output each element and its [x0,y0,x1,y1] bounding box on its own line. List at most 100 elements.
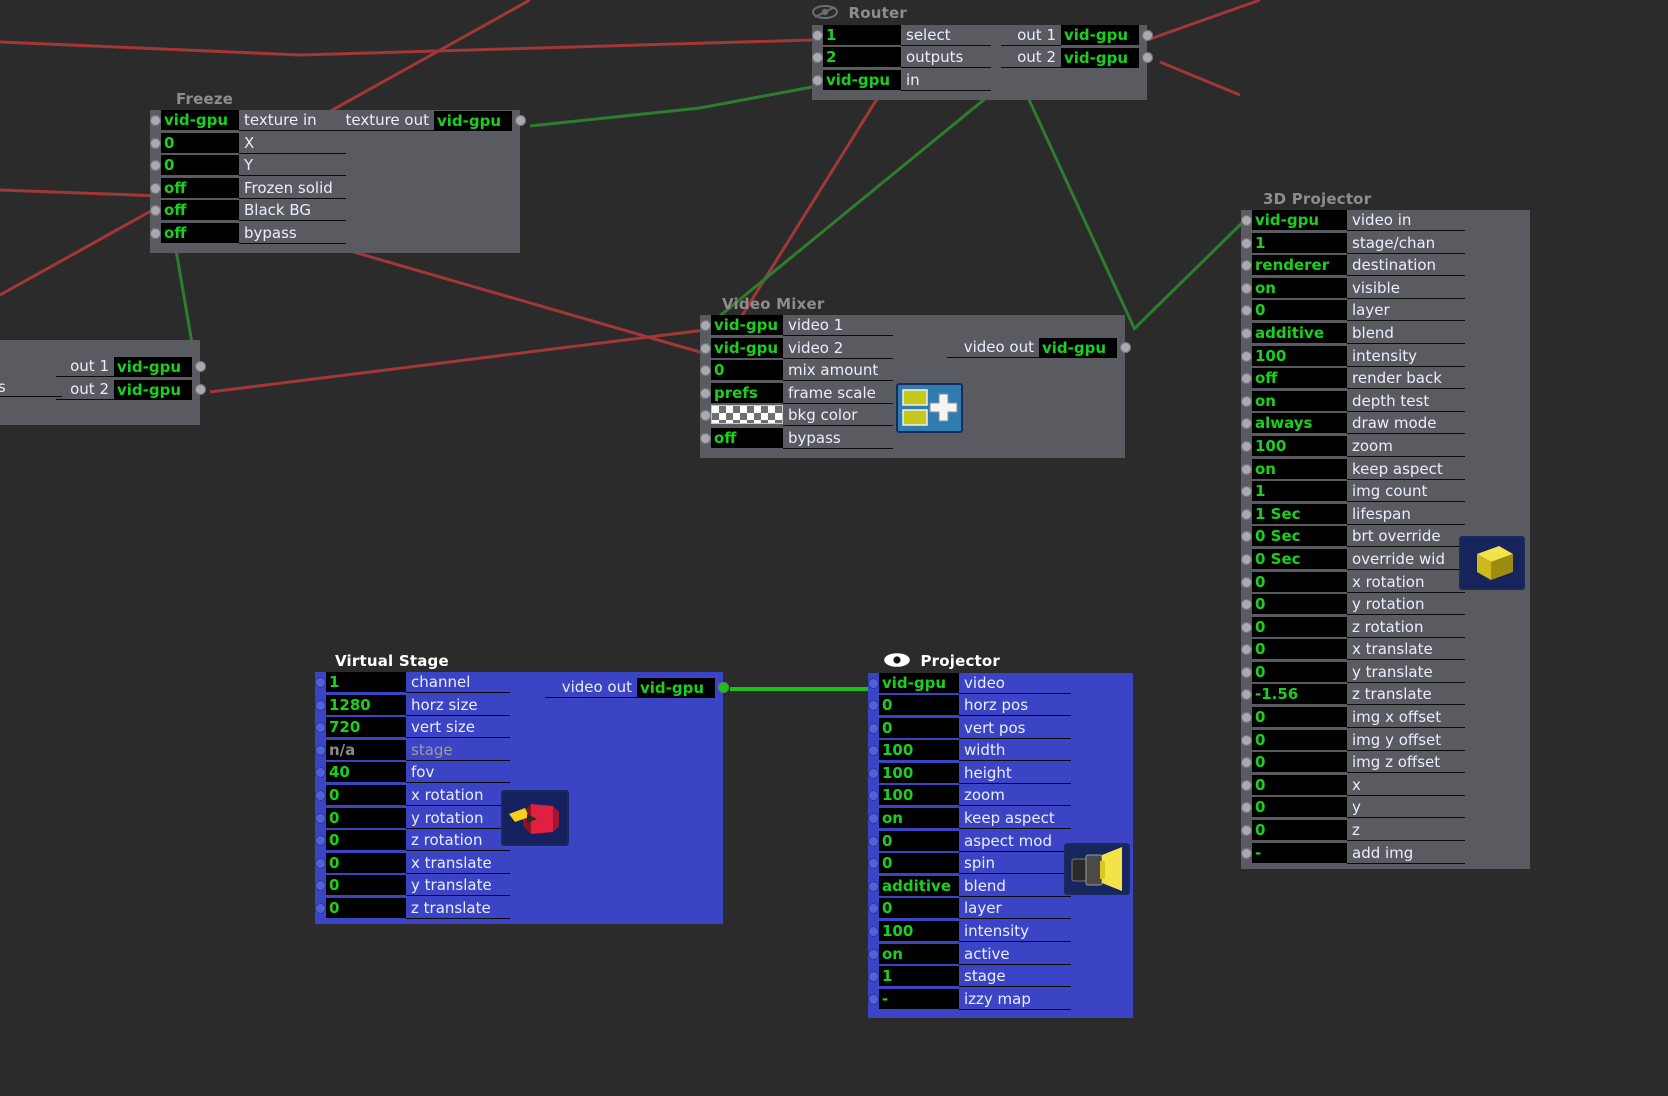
param-value[interactable]: 0 [879,898,959,919]
output-value[interactable]: vid-gpu [637,677,715,698]
input-port[interactable] [1241,440,1252,452]
input-port[interactable] [315,812,326,824]
param-row[interactable]: 1 Sec lifespan [1241,503,1530,527]
param-row[interactable]: vid-gpu video 1 [700,315,1125,338]
param-row[interactable]: 1 stage [868,966,1133,989]
param-value[interactable]: 0 [326,897,406,918]
input-port[interactable] [1241,644,1252,656]
output-value[interactable]: vid-gpu [114,356,192,377]
input-port[interactable] [150,182,161,194]
param-value[interactable]: 2 [823,47,901,68]
param-row[interactable]: 100 zoom [1241,435,1530,459]
node-freeze[interactable]: Freeze vid-gpu texture in 0 X 0 Y off Fr… [150,90,526,253]
input-port[interactable] [1241,666,1252,678]
param-row[interactable]: 720 vert size [315,717,723,740]
param-row[interactable]: 0 img y offset [1241,729,1530,753]
input-port[interactable] [868,971,879,983]
param-row[interactable]: 0x translate [1241,639,1530,662]
param-value[interactable]: 0 [326,784,406,805]
param-value[interactable]: off [1252,368,1347,389]
param-row[interactable]: 0 layer [868,898,1133,921]
output-value[interactable]: vid-gpu [1061,25,1139,45]
input-port[interactable] [1241,215,1252,226]
input-port[interactable] [1241,802,1252,814]
input-port[interactable] [700,342,711,354]
param-value[interactable]: - [1252,842,1347,863]
input-port[interactable] [150,227,161,239]
param-value[interactable]: 0 [1252,707,1347,728]
input-port[interactable] [1241,599,1252,611]
param-value[interactable]: 0 [326,807,406,828]
output-value[interactable]: vid-gpu [114,379,192,400]
param-value[interactable]: 0 [711,360,783,381]
input-port[interactable] [1241,712,1252,724]
param-value[interactable]: on [1252,390,1347,411]
param-row[interactable]: 40 fov [315,762,723,785]
param-value[interactable]: 0 [1252,729,1347,750]
param-value[interactable]: additive [879,875,959,896]
input-port[interactable] [315,789,326,801]
param-value[interactable]: vid-gpu [711,337,783,358]
param-row[interactable]: additive blend [1241,322,1530,346]
input-port[interactable] [1241,260,1252,272]
param-row[interactable]: 0y [1241,797,1530,820]
input-port[interactable] [315,677,326,688]
param-row[interactable]: 1 img count [1241,481,1530,504]
param-value[interactable]: 0 [879,695,959,716]
param-row[interactable]: - izzy map [868,988,1133,1012]
input-port[interactable] [868,880,879,892]
input-port[interactable] [700,320,711,331]
param-row[interactable]: renderer destination [1241,255,1530,278]
param-value[interactable]: vid-gpu [879,672,959,693]
param-value[interactable]: 0 [1252,820,1347,841]
param-value[interactable]: 100 [879,921,959,942]
input-port[interactable] [1241,395,1252,407]
param-value[interactable]: 1 [1252,481,1347,502]
input-port[interactable] [812,52,823,64]
input-port[interactable] [1241,237,1252,249]
input-port[interactable] [315,880,326,892]
param-value[interactable]: 0 [161,132,239,153]
param-row[interactable]: 0z [1241,820,1530,843]
input-port[interactable] [868,790,879,802]
input-port[interactable] [1241,531,1252,543]
param-row[interactable]: 1 stage/chan [1241,232,1530,256]
input-port[interactable] [868,993,879,1005]
param-value[interactable]: 100 [879,785,959,806]
input-port[interactable] [1241,576,1252,588]
input-port[interactable] [868,767,879,779]
param-row[interactable]: 100 height [868,762,1133,786]
node-left-clipped[interactable]: ts out 1 vid-gpu out 2 vid-gpu [0,340,206,425]
param-row[interactable]: 0y translate [315,875,723,898]
param-row[interactable]: 100 width [868,740,1133,763]
output-row[interactable]: video out vid-gpu [545,677,729,698]
param-value[interactable]: on [1252,458,1347,479]
input-port[interactable] [150,115,161,126]
param-row[interactable]: on visible [1241,277,1530,301]
output-row[interactable]: video out vid-gpu [947,337,1131,358]
projector-lens-thumbnail[interactable] [1064,842,1130,895]
output-row[interactable]: out 1 vid-gpu [56,356,206,377]
param-row[interactable]: off bypass [150,222,520,246]
input-port[interactable] [700,387,711,399]
param-value[interactable]: 1 [823,24,901,45]
input-port[interactable] [1241,757,1252,769]
param-value[interactable]: 1 [1252,232,1347,253]
param-value[interactable]: 0 [326,875,406,896]
param-value[interactable]: 0 Sec [1252,548,1347,569]
param-row[interactable]: 0y rotation [1241,594,1530,617]
param-row[interactable]: vid-gpu in [812,69,1147,93]
input-port[interactable] [812,29,823,41]
param-value[interactable]: 0 [1252,774,1347,795]
param-value[interactable]: 100 [879,762,959,783]
param-value[interactable]: 0 [1252,594,1347,615]
param-row[interactable]: 0 layer [1241,300,1530,323]
param-value[interactable]: 1 [326,672,406,692]
param-row[interactable]: 0z rotation [1241,616,1530,640]
param-row[interactable]: 100 intensity [868,921,1133,944]
node-router[interactable]: Router 1 select 2 outputs vid-gpu in out… [812,4,1153,100]
input-port[interactable] [150,160,161,172]
param-value[interactable]: off [161,177,239,198]
param-value[interactable]: renderer [1252,255,1347,276]
param-value[interactable]: 0 [879,853,959,874]
